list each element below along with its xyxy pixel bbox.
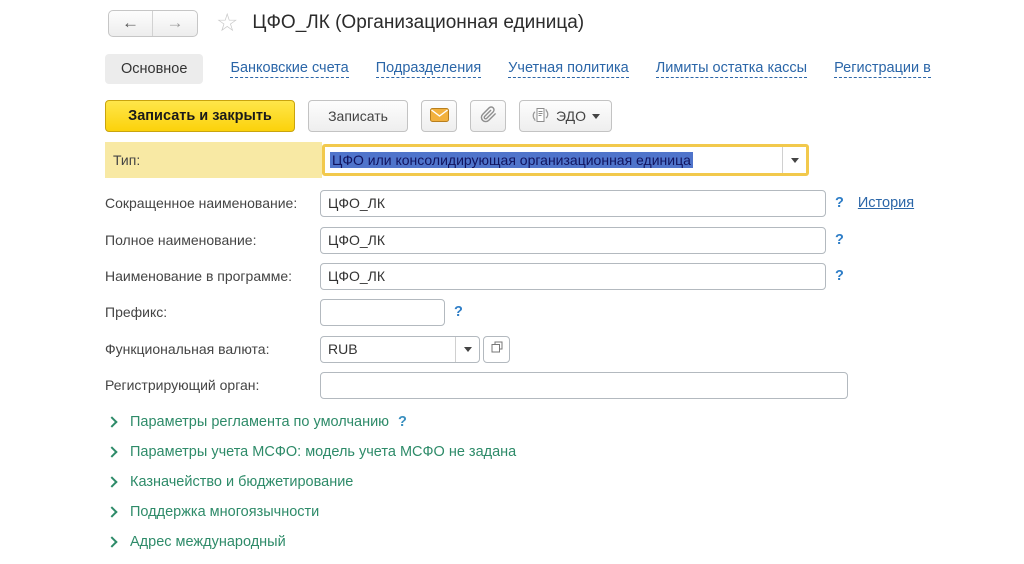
short-name-help-icon[interactable]: ? <box>835 195 844 211</box>
short-name-row: Сокращенное наименование: ? История <box>105 189 914 217</box>
chevron-down-icon <box>464 347 472 352</box>
tab-subdivisions[interactable]: Подразделения <box>376 60 481 78</box>
favorite-star-icon[interactable]: ☆ <box>216 11 238 36</box>
chevron-down-icon <box>791 158 799 163</box>
edo-menu-button[interactable]: ЭДО <box>519 100 612 132</box>
program-name-row: Наименование в программе: ? <box>105 262 844 290</box>
prefix-row: Префикс: ? <box>105 298 463 326</box>
short-name-input[interactable] <box>320 190 826 217</box>
open-in-new-icon <box>491 340 503 358</box>
tab-main[interactable]: Основное <box>105 54 203 84</box>
currency-dropdown-button[interactable] <box>455 337 479 362</box>
chevron-right-icon <box>106 416 117 427</box>
type-combobox[interactable]: ЦФО или консолидирующая организационная … <box>322 144 809 176</box>
section-label: Поддержка многоязычности <box>130 504 319 520</box>
mail-button[interactable] <box>421 100 457 132</box>
section-label: Адрес международный <box>130 534 286 550</box>
section-label: Параметры учета МСФО: модель учета МСФО … <box>130 444 516 460</box>
section-ifrs-params[interactable]: Параметры учета МСФО: модель учета МСФО … <box>108 440 516 464</box>
type-row: Тип: ЦФО или консолидирующая организацио… <box>105 142 809 178</box>
type-label: Тип: <box>105 142 322 178</box>
chevron-right-icon <box>106 446 117 457</box>
full-name-label: Полное наименование: <box>105 232 320 248</box>
page-title: ЦФО_ЛК (Организационная единица) <box>252 12 584 34</box>
currency-open-button[interactable] <box>483 336 510 363</box>
nav-history-buttons: ← → <box>108 10 198 37</box>
header: ← → ☆ ЦФО_ЛК (Организационная единица) <box>108 8 584 38</box>
currency-label: Функциональная валюта: <box>105 341 320 357</box>
tab-bar: Основное Банковские счета Подразделения … <box>105 52 931 86</box>
short-name-label: Сокращенное наименование: <box>105 195 320 211</box>
currency-combobox[interactable]: RUB <box>320 336 480 363</box>
attachments-button[interactable] <box>470 100 506 132</box>
type-value: ЦФО или консолидирующая организационная … <box>325 152 782 168</box>
section-help-icon[interactable]: ? <box>398 414 407 430</box>
currency-row: Функциональная валюта: RUB <box>105 335 510 363</box>
history-link[interactable]: История <box>858 195 914 211</box>
registration-authority-input[interactable] <box>320 372 848 399</box>
section-multilanguage-support[interactable]: Поддержка многоязычности <box>108 500 319 524</box>
full-name-help-icon[interactable]: ? <box>835 232 844 248</box>
chevron-right-icon <box>106 506 117 517</box>
program-name-input[interactable] <box>320 263 826 290</box>
program-name-help-icon[interactable]: ? <box>835 268 844 284</box>
registration-authority-label: Регистрирующий орган: <box>105 377 320 393</box>
organizational-unit-form: ← → ☆ ЦФО_ЛК (Организационная единица) О… <box>0 0 1024 564</box>
section-label: Казначейство и бюджетирование <box>130 474 353 490</box>
currency-value: RUB <box>321 341 455 357</box>
tab-cash-limits[interactable]: Лимиты остатка кассы <box>656 60 807 78</box>
toolbar: Записать и закрыть Записать <box>105 99 612 133</box>
section-international-address[interactable]: Адрес международный <box>108 530 286 554</box>
section-default-regulation-params[interactable]: Параметры регламента по умолчанию ? <box>108 410 407 434</box>
tab-accounting-policy[interactable]: Учетная политика <box>508 60 629 78</box>
prefix-label: Префикс: <box>105 304 320 320</box>
tab-registrations[interactable]: Регистрации в <box>834 60 931 78</box>
type-dropdown-button[interactable] <box>782 147 806 173</box>
section-treasury-budgeting[interactable]: Казначейство и бюджетирование <box>108 470 353 494</box>
prefix-input[interactable] <box>320 299 445 326</box>
prefix-help-icon[interactable]: ? <box>454 304 463 320</box>
chevron-right-icon <box>106 536 117 547</box>
edo-label: ЭДО <box>556 108 586 124</box>
back-icon[interactable]: ← <box>109 11 153 36</box>
edo-document-exchange-icon <box>531 107 550 126</box>
forward-icon[interactable]: → <box>153 11 197 36</box>
program-name-label: Наименование в программе: <box>105 268 320 284</box>
save-button[interactable]: Записать <box>308 100 408 132</box>
chevron-right-icon <box>106 476 117 487</box>
paperclip-icon <box>480 106 497 126</box>
envelope-icon <box>430 108 449 125</box>
section-label: Параметры регламента по умолчанию <box>130 414 389 430</box>
save-and-close-button[interactable]: Записать и закрыть <box>105 100 295 132</box>
tab-bank-accounts[interactable]: Банковские счета <box>230 60 348 78</box>
full-name-row: Полное наименование: ? <box>105 226 844 254</box>
chevron-down-icon <box>592 114 600 119</box>
registration-authority-row: Регистрирующий орган: <box>105 371 848 399</box>
type-selected-text: ЦФО или консолидирующая организационная … <box>330 152 693 168</box>
full-name-input[interactable] <box>320 227 826 254</box>
